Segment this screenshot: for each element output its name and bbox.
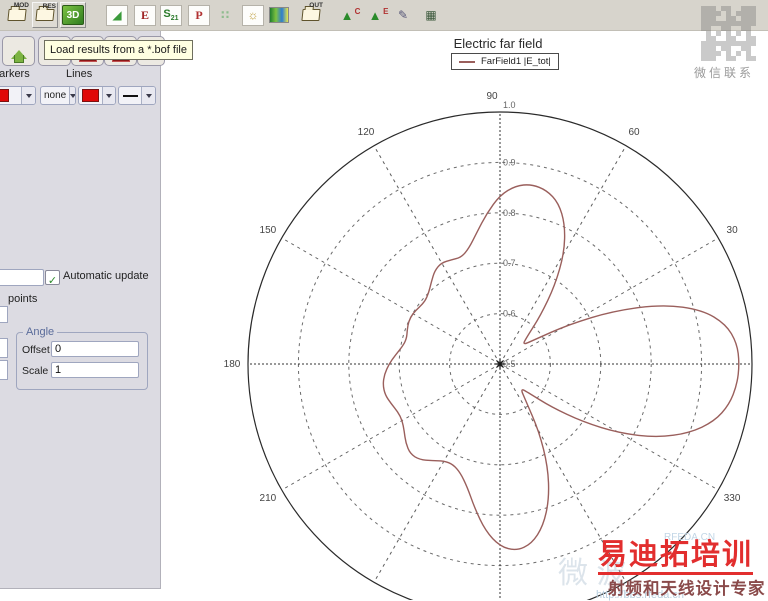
polar-plot: 306090120150180210 3300.50.60.70.80.91.0 <box>224 91 753 600</box>
colormap-button[interactable] <box>266 2 292 28</box>
polar-spoke <box>281 237 501 365</box>
angle-scale-field[interactable] <box>51 362 139 378</box>
marker-color-select[interactable] <box>0 86 36 105</box>
cube-3d-icon: 3D <box>62 5 84 25</box>
plot-properties-panel: Markers Lines none Automatic update poin… <box>0 30 161 589</box>
color-swatch <box>0 89 9 102</box>
angle-groupbox: Angle Offset Scale <box>16 326 148 390</box>
farfield-c-button[interactable]: ▲ C <box>334 2 361 28</box>
angle-tick-label: 180 <box>224 359 241 370</box>
radial-tick-label: 0.7 <box>503 258 516 268</box>
antenna-icon: ▲ E <box>368 6 389 23</box>
watermark-brand-title: 易迪拓培训 <box>598 538 754 575</box>
qr-caption: 微信联系 <box>694 66 755 80</box>
angle-offset-label: Offset <box>22 344 50 356</box>
clipped-field-2[interactable] <box>0 360 8 380</box>
main-toolbar: MOD RES 3D ◢ E S21 P ∷ ☼ OUT ▲ C ▲ E ✎ ▦ <box>0 0 768 31</box>
antenna-icon: ▲ C <box>340 6 361 23</box>
view-3d-button[interactable]: 3D <box>60 2 86 28</box>
open-model-folder-button[interactable]: MOD <box>4 2 30 28</box>
chevron-down-icon[interactable] <box>141 87 155 104</box>
chevron-down-icon[interactable] <box>21 87 35 104</box>
line-style-sample <box>122 94 138 97</box>
idea-bulb-button[interactable]: ☼ <box>240 2 266 28</box>
polar-spoke <box>373 363 501 583</box>
e-field-button-icon: E <box>140 7 149 22</box>
power-plot-button-icon: P <box>195 7 203 22</box>
e-field-button[interactable]: E <box>132 2 158 28</box>
tooltip: Load results from a *.bof file <box>44 40 193 60</box>
plot-1d-button[interactable]: ◢ <box>104 2 130 28</box>
polar-spoke <box>373 145 501 365</box>
s-parameter-button[interactable]: S21 <box>158 2 184 28</box>
color-swatch <box>82 89 99 102</box>
chevron-down-icon[interactable] <box>69 87 75 104</box>
chevron-down-icon[interactable] <box>102 87 115 104</box>
polar-spoke <box>499 363 719 491</box>
plot-legend: FarField1 |E_tot| <box>451 53 559 70</box>
colormap-icon <box>269 7 289 23</box>
plot-title: Electric far field <box>453 36 543 51</box>
folder-icon <box>301 9 321 21</box>
legend-label: FarField1 |E_tot| <box>481 56 551 67</box>
radial-tick-label: 0.9 <box>503 157 516 167</box>
angle-tick-label: 330 <box>724 493 741 504</box>
result-table-button[interactable]: ▦ <box>418 2 444 28</box>
points-label: points <box>8 293 38 305</box>
radial-tick-label: 1.0 <box>503 100 516 110</box>
line-color-select[interactable] <box>78 86 116 105</box>
line-style-select[interactable] <box>118 86 156 105</box>
edit-pencil-button[interactable]: ✎ <box>390 2 416 28</box>
open-output-folder-button[interactable]: OUT <box>298 2 324 28</box>
radial-tick-label: 0.6 <box>503 309 516 319</box>
automatic-update-checkbox[interactable] <box>45 270 60 285</box>
angle-offset-field[interactable] <box>51 341 139 357</box>
watermark-brand-subtitle: 射频和天线设计专家 <box>608 580 766 598</box>
angle-tick-label: 30 <box>727 225 739 236</box>
power-plot-button[interactable]: P <box>186 2 212 28</box>
angle-scale-label: Scale <box>22 365 49 377</box>
angle-tick-label: 120 <box>358 127 375 138</box>
combo-value: none <box>44 90 67 101</box>
legend-line-sample <box>459 60 475 63</box>
edit-pencil-button-icon: ✎ <box>397 8 409 22</box>
farfield-e-button[interactable]: ▲ E <box>362 2 389 28</box>
automatic-update-label: Automatic update <box>63 270 149 282</box>
qr-code-watermark <box>701 6 756 61</box>
result-table-button-icon: ▦ <box>425 8 437 22</box>
network-nodes-button-icon: ∷ <box>220 8 230 22</box>
angle-tick-label: 90 <box>486 91 498 102</box>
clipped-field-1[interactable] <box>0 338 8 358</box>
network-nodes-button[interactable]: ∷ <box>212 2 238 28</box>
open-results-folder-button[interactable]: RES <box>32 2 58 28</box>
folder-icon <box>7 9 27 21</box>
update-value-field[interactable] <box>0 269 44 286</box>
radial-tick-label: 0.8 <box>503 208 516 218</box>
idea-bulb-button-icon: ☼ <box>247 8 259 22</box>
load-up-button[interactable] <box>2 36 35 66</box>
angle-tick-label: 60 <box>628 127 640 138</box>
s21-icon: S21 <box>160 4 182 26</box>
markers-section-label: Markers <box>0 68 30 80</box>
clipped-points-icon <box>0 306 8 323</box>
angle-tick-label: 210 <box>260 493 277 504</box>
angle-group-title: Angle <box>23 326 58 338</box>
polar-spoke <box>499 237 719 365</box>
marker-style-select[interactable]: none <box>40 86 76 105</box>
angle-tick-label: 150 <box>260 225 277 236</box>
lines-section-label: Lines <box>66 68 93 80</box>
polar-spoke <box>281 363 501 491</box>
farfield-curve <box>382 184 740 551</box>
plot-1d-button-icon: ◢ <box>112 8 122 22</box>
folder-icon <box>35 9 55 21</box>
